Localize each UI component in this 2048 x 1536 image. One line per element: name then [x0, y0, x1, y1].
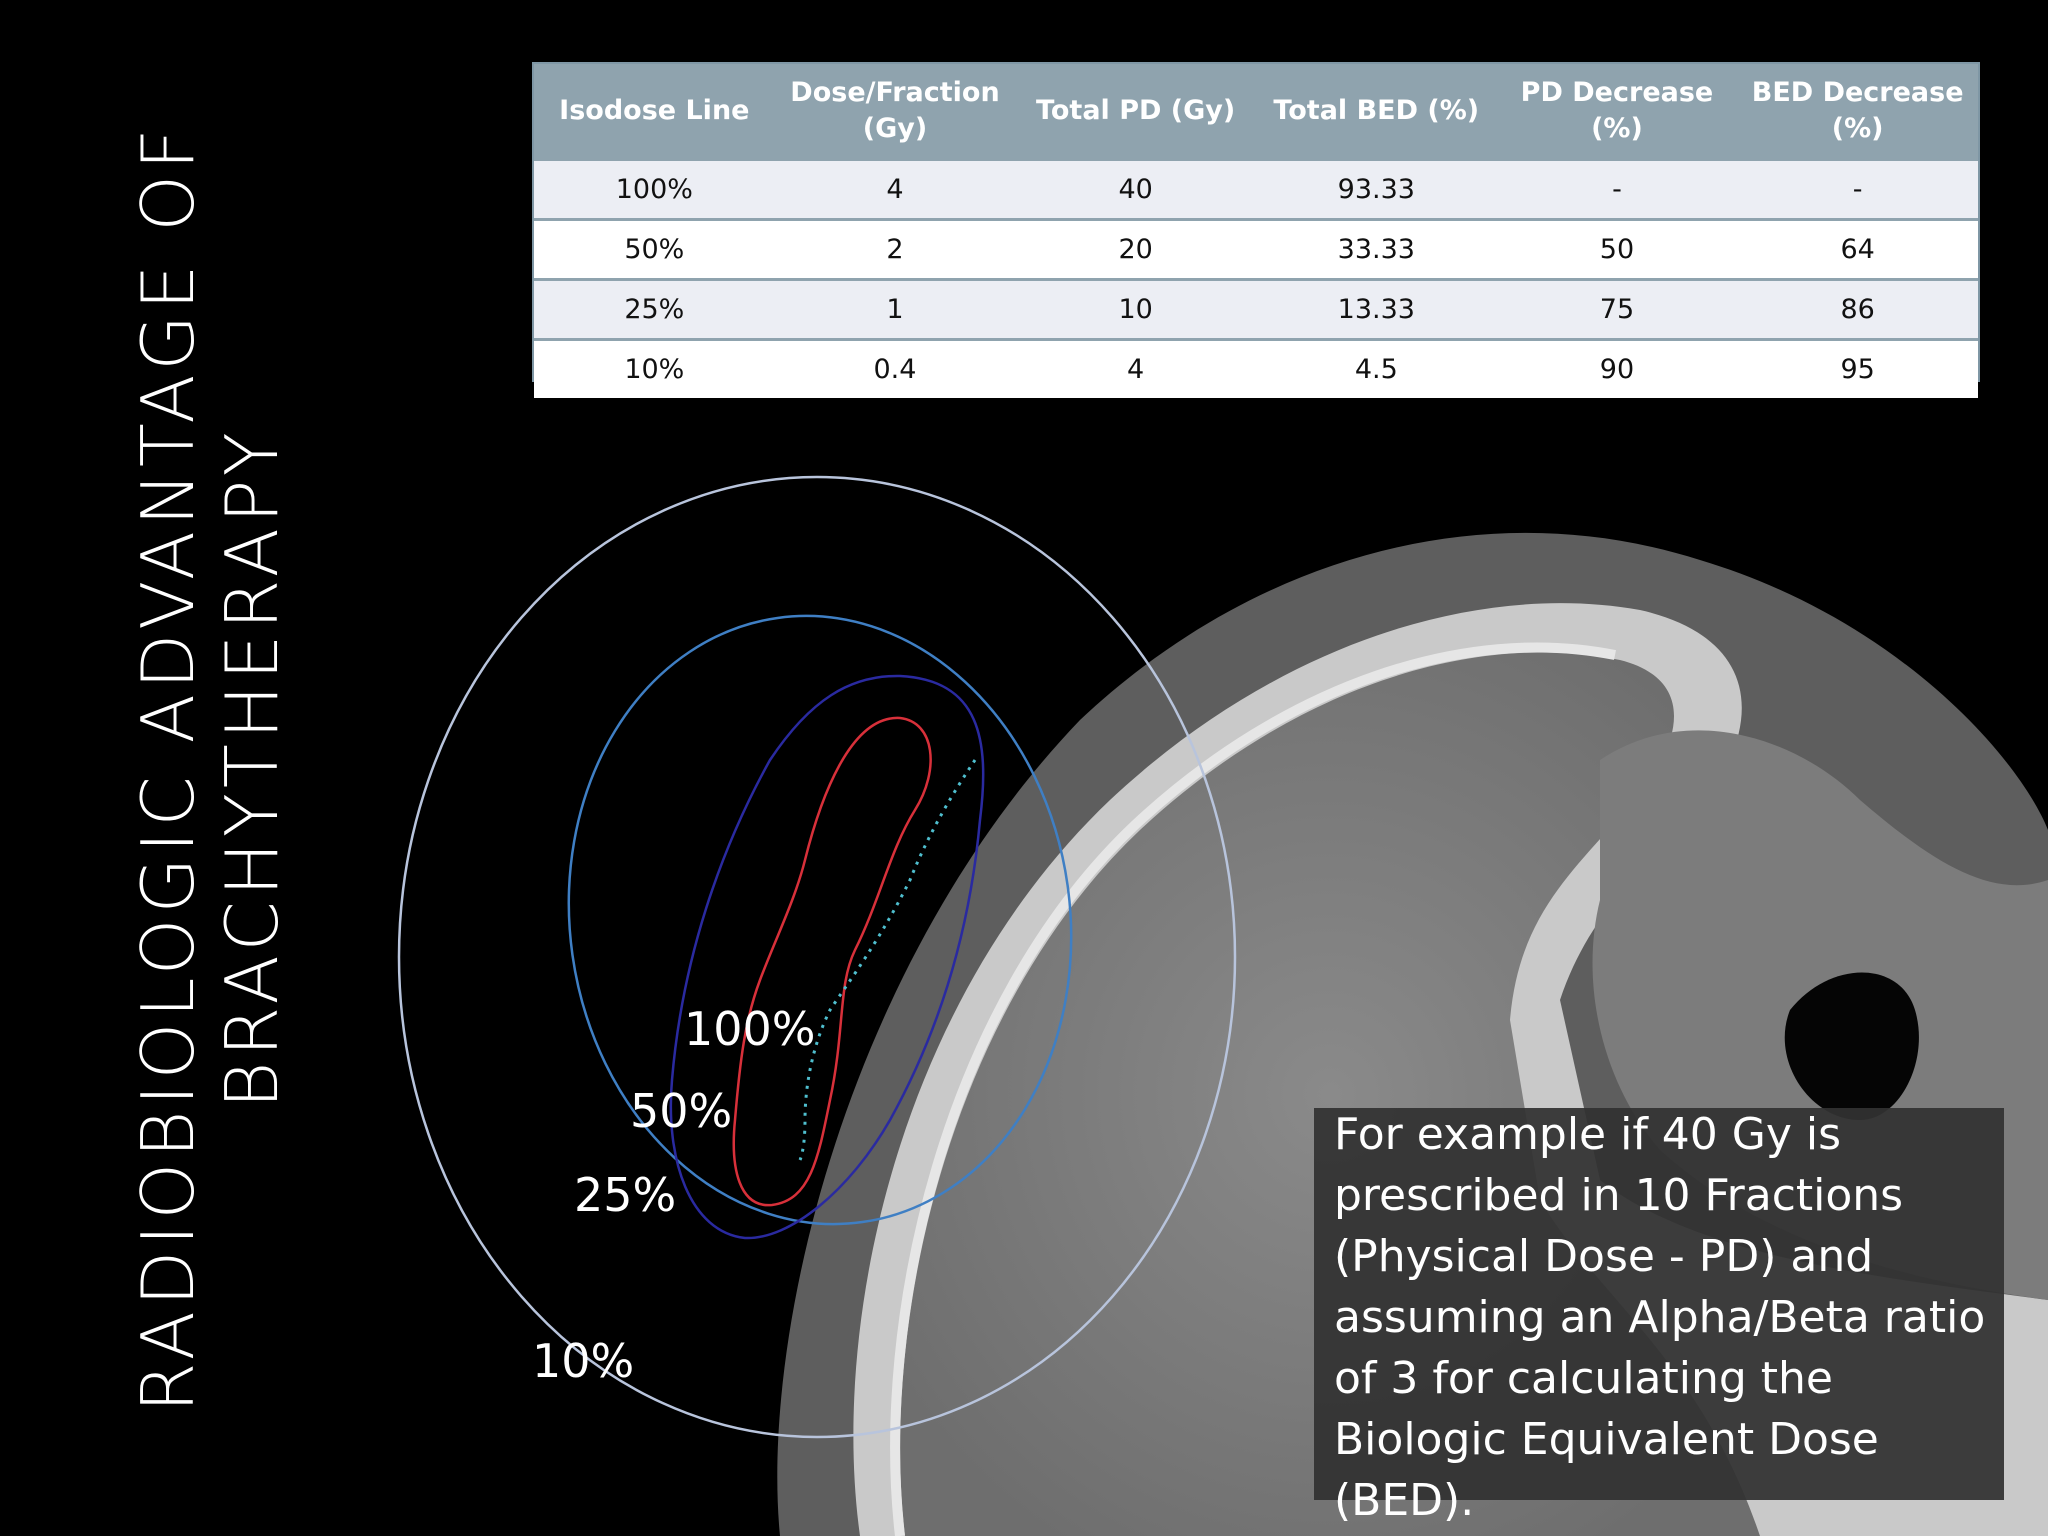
- table-cell: 4.5: [1255, 338, 1497, 398]
- table-row: 25% 1 10 13.33 75 86: [534, 278, 1978, 340]
- table-cell: -: [1496, 158, 1738, 220]
- slide-title-line-1: RADIOBIOLOGIC ADVANTAGE OF: [126, 123, 210, 1413]
- table-row: 100% 4 40 93.33 - -: [534, 158, 1978, 220]
- table-cell: 0.4: [774, 338, 1016, 398]
- table-cell: 100%: [534, 158, 775, 220]
- table-cell: 4: [774, 158, 1016, 220]
- table-row: 10% 0.4 4 4.5 90 95: [534, 338, 1978, 398]
- table-cell: 50%: [534, 218, 775, 280]
- dose-table: Isodose Line Dose/Fraction (Gy) Total PD…: [532, 62, 1980, 398]
- table-cell: 4: [1015, 338, 1256, 398]
- table-row: 50% 2 20 33.33 50 64: [534, 218, 1978, 280]
- table-cell: 1: [774, 278, 1016, 340]
- header-pd-decrease: PD Decrease (%): [1496, 64, 1738, 160]
- header-bed-decrease: BED Decrease (%): [1737, 64, 1978, 160]
- table-cell: 64: [1737, 218, 1978, 280]
- table-cell: 75: [1496, 278, 1738, 340]
- table-cell: -: [1737, 158, 1978, 220]
- header-total-bed: Total BED (%): [1255, 64, 1497, 160]
- isodose-label-100: 100%: [684, 1002, 816, 1056]
- table-header-row: Isodose Line Dose/Fraction (Gy) Total PD…: [534, 64, 1978, 160]
- table-cell: 90: [1496, 338, 1738, 398]
- header-total-pd: Total PD (Gy): [1015, 64, 1256, 160]
- slide-title: RADIOBIOLOGIC ADVANTAGE OF BRACHYTHERAPY: [126, 58, 294, 1478]
- isodose-label-25: 25%: [574, 1168, 677, 1222]
- isodose-label-10: 10%: [532, 1334, 635, 1388]
- table-cell: 50: [1496, 218, 1738, 280]
- table-cell: 40: [1015, 158, 1256, 220]
- isodose-label-50: 50%: [630, 1084, 733, 1138]
- table-cell: 86: [1737, 278, 1978, 340]
- table-cell: 13.33: [1255, 278, 1497, 340]
- table-cell: 20: [1015, 218, 1256, 280]
- header-isodose-line: Isodose Line: [534, 64, 775, 160]
- header-dose-fraction: Dose/Fraction (Gy): [774, 64, 1016, 160]
- table-cell: 10%: [534, 338, 775, 398]
- table-cell: 10: [1015, 278, 1256, 340]
- table-cell: 95: [1737, 338, 1978, 398]
- table-cell: 25%: [534, 278, 775, 340]
- table-cell: 33.33: [1255, 218, 1497, 280]
- table-cell: 2: [774, 218, 1016, 280]
- example-text: For example if 40 Gy is prescribed in 10…: [1334, 1109, 1986, 1526]
- table-cell: 93.33: [1255, 158, 1497, 220]
- slide-title-line-2: BRACHYTHERAPY: [210, 427, 294, 1109]
